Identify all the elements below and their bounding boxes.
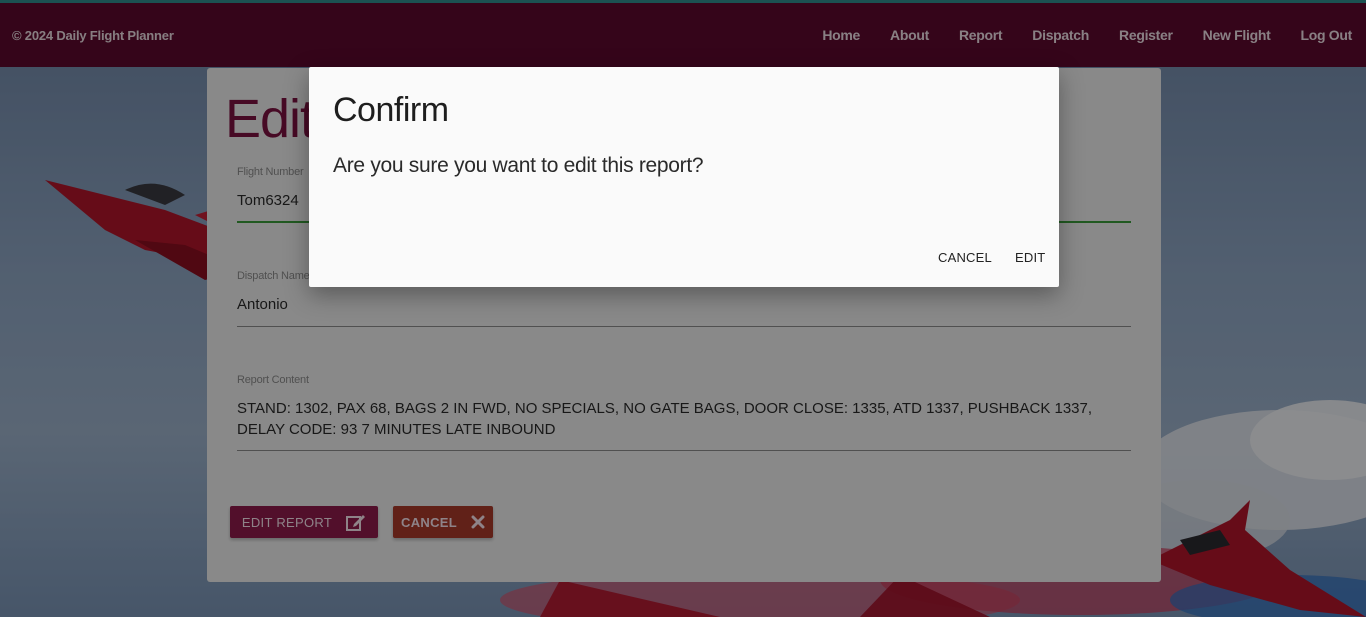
confirm-dialog: Confirm Are you sure you want to edit th… — [309, 67, 1059, 287]
dialog-edit-button[interactable]: EDIT — [1015, 250, 1045, 265]
confirm-dialog-title: Confirm — [333, 91, 449, 129]
confirm-dialog-message: Are you sure you want to edit this repor… — [333, 154, 704, 177]
dialog-cancel-button[interactable]: CANCEL — [938, 250, 992, 265]
